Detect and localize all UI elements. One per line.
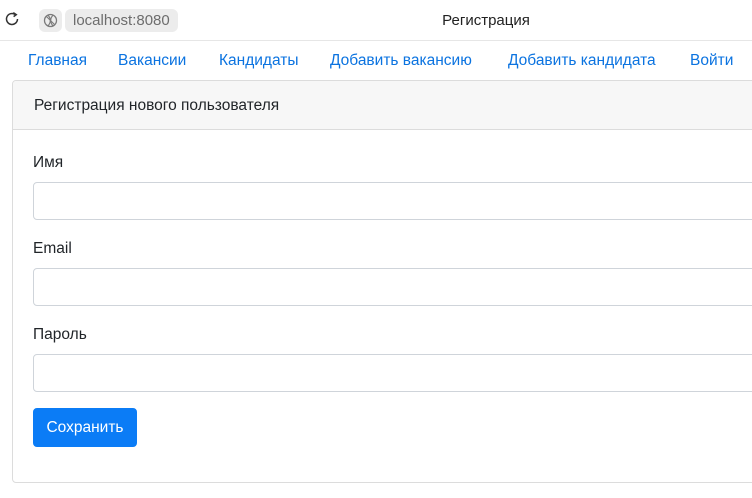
nav-link-add-vacancy[interactable]: Добавить вакансию: [330, 41, 472, 80]
top-nav: Главная Вакансии Кандидаты Добавить вака…: [0, 41, 752, 80]
name-field[interactable]: [33, 182, 752, 220]
registration-card: Регистрация нового пользователя Имя Emai…: [12, 80, 752, 483]
address-bar-url[interactable]: localhost:8080: [65, 9, 178, 32]
nav-link-add-candidate[interactable]: Добавить кандидата: [508, 41, 656, 80]
nav-link-home[interactable]: Главная: [28, 41, 87, 80]
nav-link-candidates[interactable]: Кандидаты: [219, 41, 298, 80]
card-title: Регистрация нового пользователя: [13, 81, 752, 130]
site-globe-icon: [39, 9, 62, 32]
address-bar[interactable]: localhost:8080: [39, 9, 178, 32]
name-label: Имя: [33, 154, 64, 171]
nav-link-vacancies[interactable]: Вакансии: [118, 41, 186, 80]
password-field[interactable]: [33, 354, 752, 392]
email-label: Email: [33, 240, 72, 257]
email-field[interactable]: [33, 268, 752, 306]
nav-link-login[interactable]: Войти: [690, 41, 733, 80]
reload-icon[interactable]: [4, 11, 20, 27]
browser-toolbar: localhost:8080 Регистрация: [0, 0, 752, 41]
save-button[interactable]: Сохранить: [33, 408, 137, 447]
tab-title: Регистрация: [442, 12, 530, 29]
password-label: Пароль: [33, 326, 87, 343]
